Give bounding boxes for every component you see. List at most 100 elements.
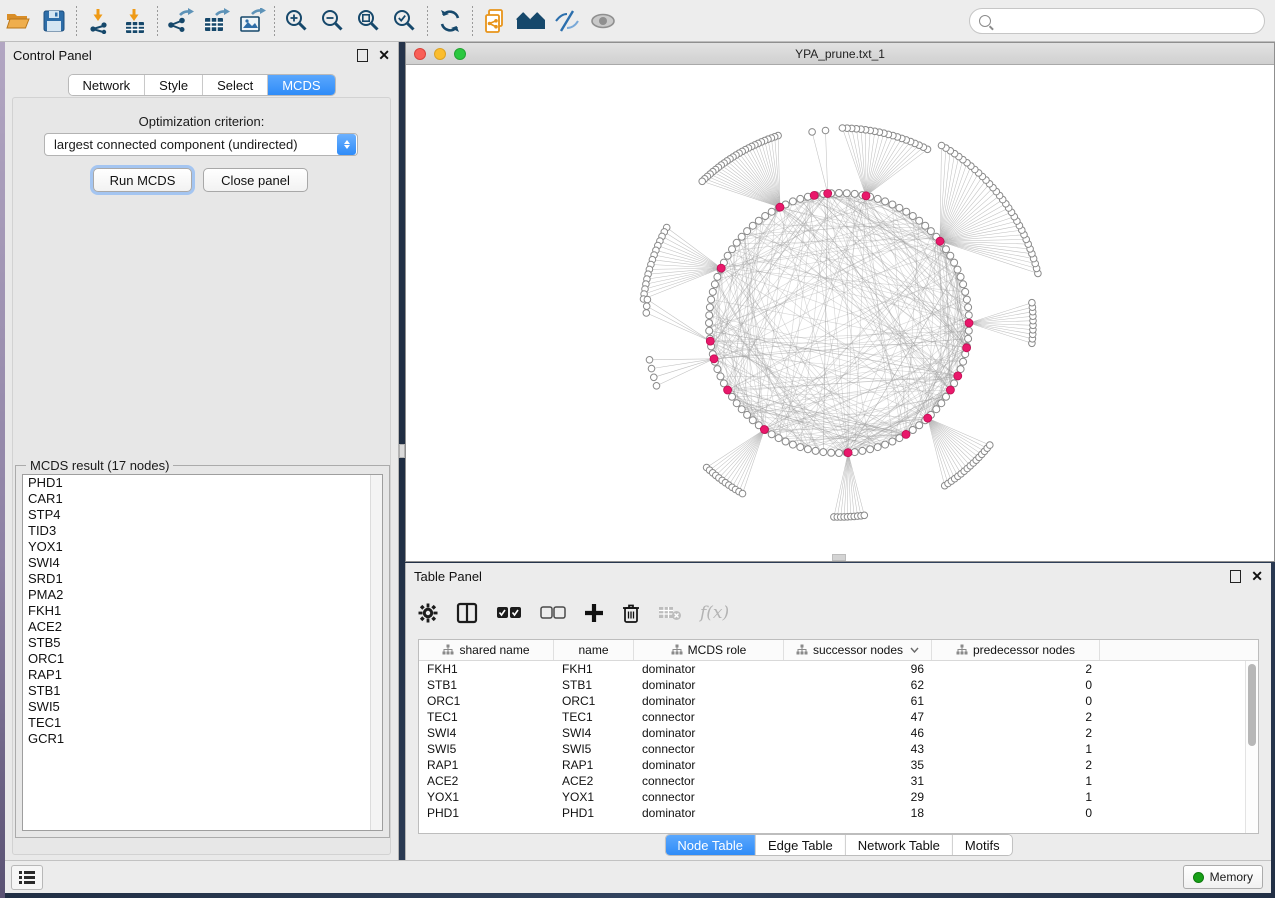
- duplicate-network-icon[interactable]: [477, 4, 513, 38]
- mcds-result-item[interactable]: ACE2: [23, 619, 382, 635]
- tab-style[interactable]: Style: [145, 75, 203, 95]
- delete-table-icon[interactable]: [658, 605, 682, 621]
- vertical-sash-handle[interactable]: [399, 444, 405, 458]
- column-header-shared-name[interactable]: shared name: [419, 640, 554, 660]
- mcds-result-item[interactable]: PHD1: [23, 475, 382, 491]
- deselect-all-icon[interactable]: [540, 606, 566, 620]
- table-row[interactable]: PHD1PHD1dominator180: [419, 805, 1245, 821]
- function-builder-icon[interactable]: f(x): [700, 603, 729, 623]
- table-column-headers: shared name name MCDS role successor nod…: [419, 640, 1258, 661]
- table-row[interactable]: SWI5SWI5connector431: [419, 741, 1245, 757]
- column-header-name[interactable]: name: [554, 640, 634, 660]
- list-icon: [19, 871, 35, 884]
- tab-network-table[interactable]: Network Table: [846, 835, 953, 855]
- open-folder-icon[interactable]: [0, 4, 36, 38]
- toolbar-separator: [427, 6, 428, 36]
- tab-select[interactable]: Select: [203, 75, 268, 95]
- hide-selected-icon[interactable]: [549, 4, 585, 38]
- tab-motifs[interactable]: Motifs: [953, 835, 1012, 855]
- table-row[interactable]: TEC1TEC1connector472: [419, 709, 1245, 725]
- network-column-icon: [442, 644, 454, 656]
- mcds-result-item[interactable]: STB1: [23, 683, 382, 699]
- delete-column-icon[interactable]: [622, 603, 640, 624]
- mcds-result-item[interactable]: YOX1: [23, 539, 382, 555]
- toolbar-separator: [76, 6, 77, 36]
- dropdown-stepper-icon: [337, 134, 356, 155]
- main-toolbar: [0, 0, 1275, 42]
- memory-button[interactable]: Memory: [1183, 865, 1263, 889]
- mcds-result-item[interactable]: STB5: [23, 635, 382, 651]
- network-column-icon: [796, 644, 808, 656]
- search-input[interactable]: [997, 11, 1264, 31]
- tab-network[interactable]: Network: [68, 75, 145, 95]
- mcds-result-item[interactable]: FKH1: [23, 603, 382, 619]
- zoom-in-icon[interactable]: [279, 4, 315, 38]
- mcds-result-item[interactable]: SRD1: [23, 571, 382, 587]
- mcds-result-item[interactable]: RAP1: [23, 667, 382, 683]
- network-graph[interactable]: [406, 65, 1274, 561]
- mcds-result-item[interactable]: SWI4: [23, 555, 382, 571]
- mcds-list-scrollbar[interactable]: [370, 475, 382, 830]
- mcds-result-item[interactable]: TEC1: [23, 715, 382, 731]
- table-row[interactable]: ACE2ACE2connector311: [419, 773, 1245, 789]
- select-all-icon[interactable]: [496, 606, 522, 620]
- export-table-icon[interactable]: [198, 4, 234, 38]
- close-panel-icon[interactable]: ✕: [1251, 569, 1263, 583]
- save-icon[interactable]: [36, 4, 72, 38]
- mcds-result-item[interactable]: CAR1: [23, 491, 382, 507]
- mcds-result-list[interactable]: PHD1CAR1STP4TID3YOX1SWI4SRD1PMA2FKH1ACE2…: [22, 474, 383, 831]
- sort-chevron-icon[interactable]: [910, 647, 919, 653]
- run-mcds-button[interactable]: Run MCDS: [93, 168, 192, 192]
- mcds-result-item[interactable]: GCR1: [23, 731, 382, 747]
- column-header-filler: [1100, 640, 1258, 660]
- memory-label: Memory: [1210, 870, 1253, 884]
- mcds-result-item[interactable]: STP4: [23, 507, 382, 523]
- table-row[interactable]: ORC1ORC1dominator610: [419, 693, 1245, 709]
- import-network-icon[interactable]: [81, 4, 117, 38]
- column-header-successor-nodes[interactable]: successor nodes: [784, 640, 932, 660]
- mcds-result-title: MCDS result (17 nodes): [26, 458, 173, 473]
- table-panel-header: Table Panel ✕: [406, 563, 1271, 589]
- search-icon: [979, 15, 991, 27]
- export-network-icon[interactable]: [162, 4, 198, 38]
- show-panels-list-button[interactable]: [11, 865, 43, 890]
- mcds-result-item[interactable]: SWI5: [23, 699, 382, 715]
- table-vertical-scrollbar[interactable]: [1245, 661, 1258, 833]
- column-header-mcds-role[interactable]: MCDS role: [634, 640, 784, 660]
- mcds-result-item[interactable]: ORC1: [23, 651, 382, 667]
- export-image-icon[interactable]: [234, 4, 270, 38]
- table-row[interactable]: SWI4SWI4dominator462: [419, 725, 1245, 741]
- table-row[interactable]: STB1STB1dominator620: [419, 677, 1245, 693]
- refresh-icon[interactable]: [432, 4, 468, 38]
- mcds-result-item[interactable]: TID3: [23, 523, 382, 539]
- table-panel-title: Table Panel: [414, 569, 482, 584]
- zoom-fit-icon[interactable]: [351, 4, 387, 38]
- table-row[interactable]: YOX1YOX1connector291: [419, 789, 1245, 805]
- close-panel-icon[interactable]: ✕: [378, 48, 390, 62]
- zoom-out-icon[interactable]: [315, 4, 351, 38]
- table-row[interactable]: FKH1FKH1dominator962: [419, 661, 1245, 677]
- mcds-result-item[interactable]: PMA2: [23, 587, 382, 603]
- show-columns-icon[interactable]: [456, 602, 478, 624]
- table-row[interactable]: RAP1RAP1dominator352: [419, 757, 1245, 773]
- tab-node-table[interactable]: Node Table: [665, 835, 756, 855]
- float-window-icon[interactable]: [1230, 570, 1241, 583]
- optimization-criterion-select[interactable]: largest connected component (undirected): [44, 133, 358, 156]
- close-panel-button[interactable]: Close panel: [203, 168, 308, 192]
- tab-edge-table[interactable]: Edge Table: [756, 835, 846, 855]
- network-window-titlebar[interactable]: YPA_prune.txt_1: [406, 43, 1274, 65]
- table-settings-gear-icon[interactable]: [418, 603, 438, 623]
- scrollbar-thumb[interactable]: [1248, 664, 1256, 746]
- add-column-icon[interactable]: [584, 603, 604, 623]
- first-neighbors-icon[interactable]: [513, 4, 549, 38]
- import-table-icon[interactable]: [117, 4, 153, 38]
- table-panel-tabs: Node Table Edge Table Network Table Moti…: [664, 834, 1012, 856]
- column-header-predecessor-nodes[interactable]: predecessor nodes: [932, 640, 1100, 660]
- horizontal-sash-handle[interactable]: [832, 554, 846, 561]
- network-column-icon: [671, 644, 683, 656]
- tab-mcds[interactable]: MCDS: [268, 75, 334, 95]
- show-all-icon[interactable]: [585, 4, 621, 38]
- float-window-icon[interactable]: [357, 49, 368, 62]
- search-box[interactable]: [969, 8, 1265, 34]
- zoom-selected-icon[interactable]: [387, 4, 423, 38]
